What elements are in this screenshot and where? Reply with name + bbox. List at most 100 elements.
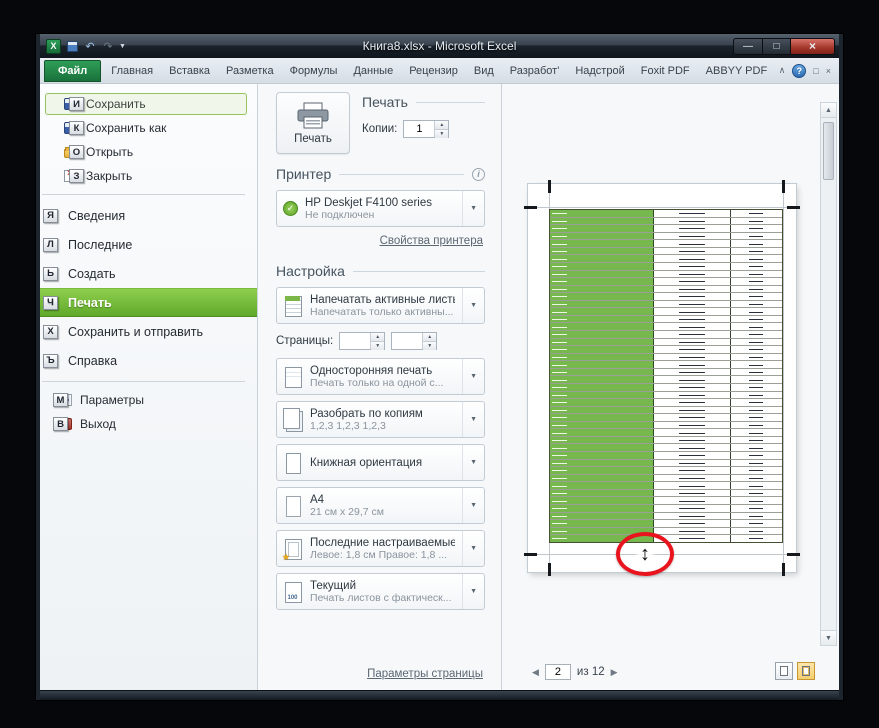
pages-to-input[interactable] <box>392 333 422 349</box>
zoom-to-page-button[interactable] <box>797 662 815 680</box>
margin-handle[interactable] <box>787 206 800 209</box>
data-cell <box>731 460 782 467</box>
sidebar-tab[interactable]: Ь Создать <box>40 259 257 288</box>
minimize-button[interactable]: — <box>733 38 762 55</box>
table-row <box>550 482 782 490</box>
sidebar-command[interactable]: К Сохранить как <box>40 116 257 140</box>
close-button[interactable]: × <box>790 38 835 55</box>
setting-dropdown[interactable]: Напечатать активные листы Напечатать тол… <box>276 287 485 324</box>
data-cell <box>731 414 782 421</box>
data-cell <box>731 331 782 338</box>
sidebar-tab[interactable]: Ч Печать <box>40 288 257 317</box>
sidebar-tab[interactable]: Л Последние <box>40 230 257 259</box>
next-page-icon[interactable]: ▶ <box>611 667 618 678</box>
data-cell <box>731 225 782 232</box>
ribbon-tab[interactable]: Главная <box>103 61 161 81</box>
ribbon-tab[interactable]: Формулы <box>282 61 346 81</box>
spin-up-icon[interactable]: ▲ <box>435 121 448 129</box>
setting-dropdown[interactable]: A4 21 см x 29,7 см ▼ <box>276 487 485 524</box>
ribbon-tab[interactable]: Файл <box>44 60 101 82</box>
scroll-down-icon[interactable]: ▼ <box>821 630 836 645</box>
setting-title: Текущий <box>310 580 455 592</box>
keytip-badge: М <box>53 393 68 407</box>
keytip-badge: Ь <box>43 267 58 281</box>
spin-down-icon[interactable]: ▼ <box>371 341 384 350</box>
sidebar-command[interactable]: М Параметры <box>40 388 257 412</box>
ribbon-tab[interactable]: Вставка <box>161 61 218 81</box>
margin-handle[interactable] <box>782 563 785 576</box>
table-row <box>550 407 782 415</box>
ribbon-tab[interactable]: Рецензир <box>401 61 466 81</box>
ribbon-tab[interactable]: Вид <box>466 61 502 81</box>
margin-handle[interactable] <box>524 206 537 209</box>
table-row <box>550 354 782 362</box>
spin-down-icon[interactable]: ▼ <box>423 341 436 350</box>
current-page-input[interactable] <box>545 664 571 680</box>
section-title: Принтер <box>276 166 331 182</box>
setting-dropdown[interactable]: Односторонняя печать Печать только на од… <box>276 358 485 395</box>
right-margin-line[interactable] <box>783 184 784 572</box>
spin-down-icon[interactable]: ▼ <box>435 129 448 138</box>
section-title: Настройка <box>276 263 345 279</box>
minimize-ribbon-icon[interactable]: ∧ <box>779 65 786 76</box>
sidebar-command[interactable]: И Сохранить <box>40 92 257 116</box>
green-cell <box>550 316 654 323</box>
sidebar-tab[interactable]: Я Сведения <box>40 201 257 230</box>
printer-dropdown[interactable]: ✓ HP Deskjet F4100 series Не подключен ▼ <box>276 190 485 227</box>
spin-up-icon[interactable]: ▲ <box>371 333 384 341</box>
collate-icon <box>283 408 303 432</box>
table-row <box>550 218 782 226</box>
spin-up-icon[interactable]: ▲ <box>423 333 436 341</box>
sidebar-command[interactable]: В Выход <box>40 412 257 436</box>
copies-input[interactable] <box>404 121 434 137</box>
restore-button[interactable]: □ <box>762 38 790 55</box>
ribbon-tab[interactable]: Разметка <box>218 61 282 81</box>
setting-dropdown[interactable]: Разобрать по копиям 1,2,3 1,2,3 1,2,3 ▼ <box>276 401 485 438</box>
setting-dropdown[interactable]: Текущий Печать листов с фактическ... ▼ <box>276 573 485 610</box>
green-cell <box>550 475 654 482</box>
ribbon-tab[interactable]: Foxit PDF <box>633 61 698 81</box>
table-row <box>550 467 782 475</box>
info-icon[interactable]: i <box>472 168 485 181</box>
page-setup-link[interactable]: Параметры страницы <box>276 668 483 680</box>
margin-handle[interactable] <box>782 180 785 193</box>
undo-button[interactable]: ↶ <box>83 39 97 54</box>
dropdown-caret-icon: ▼ <box>462 488 479 523</box>
sidebar-tab[interactable]: Х Сохранить и отправить <box>40 317 257 346</box>
margin-handle[interactable] <box>548 563 551 576</box>
doc-close-icon[interactable]: × <box>826 66 831 76</box>
printer-name: HP Deskjet F4100 series <box>305 197 455 209</box>
print-button[interactable]: Печать <box>276 92 350 154</box>
green-cell <box>550 407 654 414</box>
sidebar-command[interactable]: О Открыть <box>40 140 257 164</box>
printer-properties-link[interactable]: Свойства принтера <box>276 235 483 247</box>
qat-customize-caret-icon[interactable]: ▼ <box>119 43 126 50</box>
previous-page-icon[interactable]: ◀ <box>532 667 539 678</box>
setting-dropdown[interactable]: Последние настраиваемые ... Левое: 1,8 с… <box>276 530 485 567</box>
margin-handle[interactable] <box>787 553 800 556</box>
scrollbar-track[interactable] <box>821 118 836 630</box>
margin-handle[interactable] <box>548 180 551 193</box>
ribbon-tab[interactable]: Разработ' <box>502 61 568 81</box>
green-cell <box>550 255 654 262</box>
ribbon-tab[interactable]: ABBYY PDF <box>698 61 776 81</box>
scroll-up-icon[interactable]: ▲ <box>821 103 836 118</box>
ribbon-tab[interactable]: Надстрой <box>567 61 632 81</box>
sidebar-tab[interactable]: Ъ Справка <box>40 346 257 375</box>
sidebar-command[interactable]: З Закрыть <box>40 164 257 188</box>
pages-from-input[interactable] <box>340 333 370 349</box>
show-margins-button[interactable] <box>775 662 793 680</box>
scrollbar-thumb[interactable] <box>823 122 834 180</box>
data-cell <box>731 263 782 270</box>
top-margin-line[interactable] <box>528 207 796 208</box>
save-button[interactable] <box>65 39 79 54</box>
redo-button[interactable]: ↷ <box>101 39 115 54</box>
green-cell <box>550 248 654 255</box>
margin-handle[interactable] <box>524 553 537 556</box>
excel-logo-icon[interactable]: X <box>46 39 61 54</box>
setting-dropdown[interactable]: Книжная ориентация ▼ <box>276 444 485 481</box>
sidebar-separator <box>42 194 245 195</box>
help-icon[interactable]: ? <box>792 64 806 78</box>
ribbon-tab[interactable]: Данные <box>345 61 401 81</box>
doc-restore-icon[interactable]: □ <box>813 66 818 76</box>
